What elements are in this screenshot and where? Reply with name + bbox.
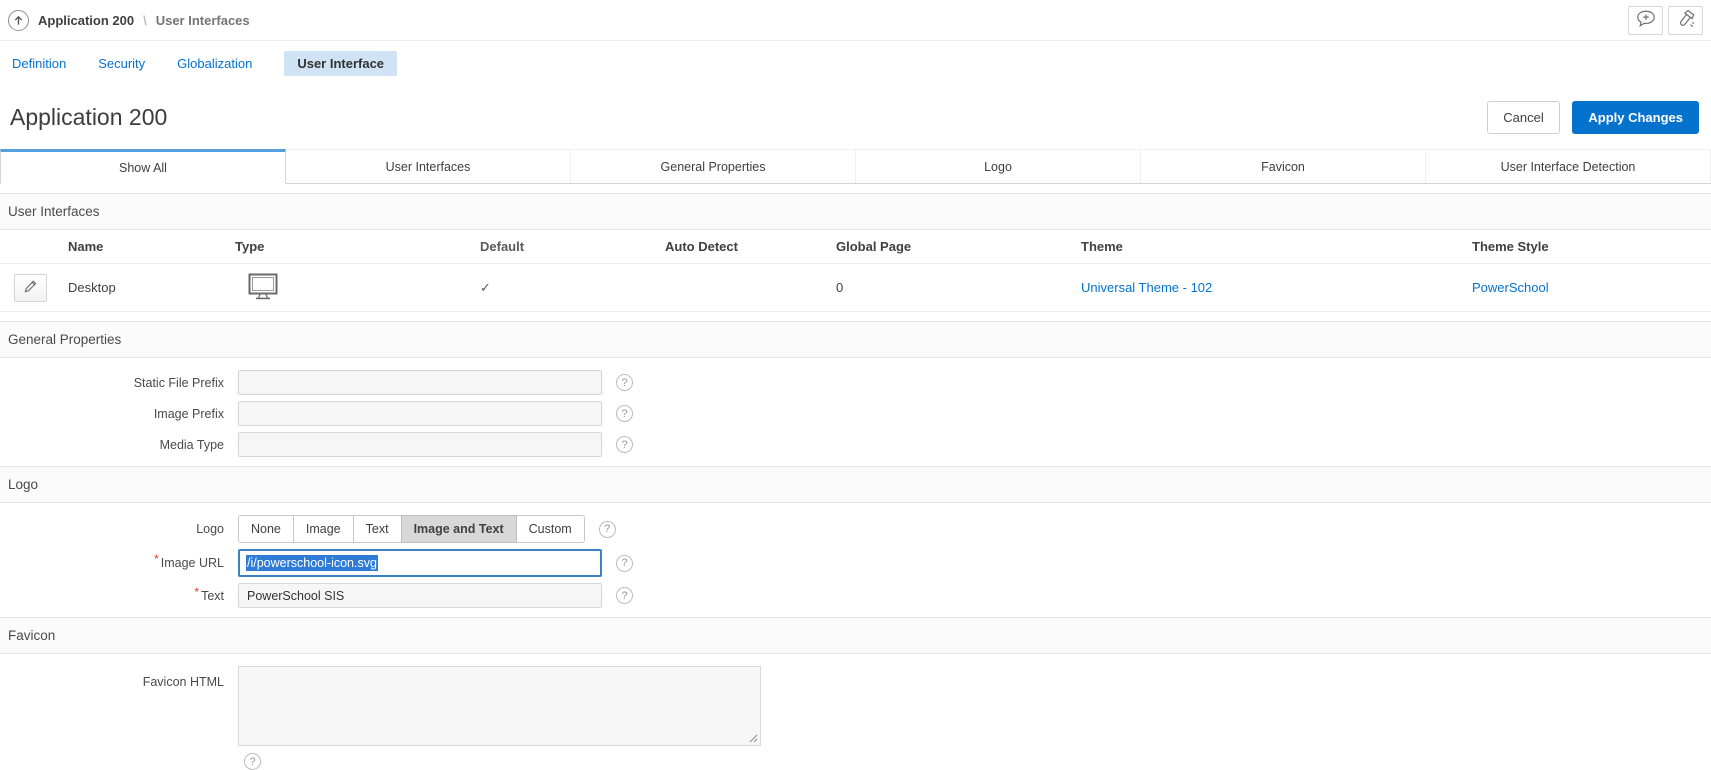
title-actions: Cancel Apply Changes [1487,101,1699,134]
image-url-label: *Image URL [0,556,224,570]
subtab-general-properties[interactable]: General Properties [571,149,856,183]
logo-text-label: *Text [0,589,224,603]
tab-security[interactable]: Security [98,56,145,71]
apply-changes-button[interactable]: Apply Changes [1572,101,1699,134]
ui-table-header: Name Type Default Auto Detect Global Pag… [0,230,1711,264]
field-row-static-file-prefix: Static File Prefix ? [0,370,1711,395]
logo-type-button-group: None Image Text Image and Text Custom [238,515,585,543]
static-file-prefix-input[interactable] [238,370,602,395]
theme-style-link[interactable]: PowerSchool [1472,280,1549,295]
field-row-image-url: *Image URL /i/powerschool-icon.svg ? [0,549,1711,577]
image-prefix-input[interactable] [238,401,602,426]
breadcrumb-app-link[interactable]: Application 200 [38,13,134,28]
help-icon[interactable]: ? [244,753,261,770]
help-icon[interactable]: ? [616,374,633,391]
breadcrumb: Application 200 \ User Interfaces [8,10,250,31]
cell-type [235,273,478,303]
edit-user-interface-button[interactable] [14,274,47,302]
favicon-html-label: Favicon HTML [0,666,224,689]
subtab-ui-detection[interactable]: User Interface Detection [1426,149,1711,183]
logo-option-text[interactable]: Text [353,515,401,543]
logo-option-image-and-text[interactable]: Image and Text [401,515,517,543]
pencil-icon [23,279,38,297]
breadcrumb-current-page: User Interfaces [156,13,250,28]
logo-option-custom[interactable]: Custom [517,515,585,543]
tab-definition[interactable]: Definition [12,56,66,71]
field-row-favicon-html: Favicon HTML [0,666,1711,746]
logo-option-image[interactable]: Image [293,515,353,543]
title-bar: Application 200 Cancel Apply Changes [0,84,1711,149]
help-icon[interactable]: ? [616,405,633,422]
section-favicon: Favicon [0,617,1711,654]
logo-label: Logo [0,522,224,536]
app-nav-tabs: Definition Security Globalization User I… [0,41,1711,84]
help-icon[interactable]: ? [616,436,633,453]
subtab-favicon[interactable]: Favicon [1141,149,1426,183]
section-general-properties: General Properties [0,321,1711,358]
image-url-input[interactable]: /i/powerschool-icon.svg [238,549,602,577]
column-theme: Theme [1081,239,1472,254]
help-icon[interactable]: ? [599,521,616,538]
cell-global-page: 0 [836,280,1081,295]
cancel-button[interactable]: Cancel [1487,101,1559,134]
tab-user-interface[interactable]: User Interface [284,51,397,76]
required-marker: * [194,585,199,599]
feedback-button[interactable] [1628,6,1663,35]
static-file-prefix-label: Static File Prefix [0,376,224,390]
up-arrow-icon[interactable] [8,10,29,31]
column-global-page: Global Page [836,239,1081,254]
section-user-interfaces: User Interfaces [0,193,1711,230]
media-type-label: Media Type [0,438,224,452]
section-logo: Logo [0,466,1711,503]
page-title: Application 200 [10,104,167,131]
region-subtabs: Show All User Interfaces General Propert… [0,149,1711,184]
logo-option-none[interactable]: None [238,515,293,543]
subtab-user-interfaces[interactable]: User Interfaces [286,149,571,183]
textarea-resize-handle[interactable] [749,734,758,743]
theme-link[interactable]: Universal Theme - 102 [1081,280,1212,295]
top-bar: Application 200 \ User Interfaces [0,0,1711,41]
desktop-monitor-icon [248,273,278,300]
shortcuts-button[interactable] [1668,6,1703,35]
column-name: Name [60,239,235,254]
column-theme-style: Theme Style [1472,239,1711,254]
table-row: Desktop ✓ 0 Universal Theme - 102 PowerS… [0,264,1711,312]
media-type-input[interactable] [238,432,602,457]
required-marker: * [154,552,159,566]
column-type: Type [235,239,478,254]
help-icon[interactable]: ? [616,587,633,604]
subtab-logo[interactable]: Logo [856,149,1141,183]
field-row-logo-text: *Text ? [0,583,1711,608]
feedback-add-icon [1636,9,1656,31]
column-auto-detect: Auto Detect [665,239,836,254]
topbar-actions [1628,6,1703,35]
cell-default-check: ✓ [478,280,665,296]
flashlight-icon [1676,9,1696,32]
image-prefix-label: Image Prefix [0,407,224,421]
field-row-media-type: Media Type ? [0,432,1711,457]
subtab-show-all[interactable]: Show All [0,149,286,184]
main-content: User Interfaces Name Type Default Auto D… [0,193,1711,770]
logo-text-input[interactable] [238,583,602,608]
field-row-image-prefix: Image Prefix ? [0,401,1711,426]
favicon-html-textarea[interactable] [238,666,761,746]
help-icon[interactable]: ? [616,555,633,572]
cell-name: Desktop [60,280,235,295]
image-url-selected-text: /i/powerschool-icon.svg [246,555,378,571]
column-default: Default [478,239,665,254]
field-row-logo-type: Logo None Image Text Image and Text Cust… [0,515,1711,543]
tab-globalization[interactable]: Globalization [177,56,252,71]
breadcrumb-separator: \ [143,13,147,28]
